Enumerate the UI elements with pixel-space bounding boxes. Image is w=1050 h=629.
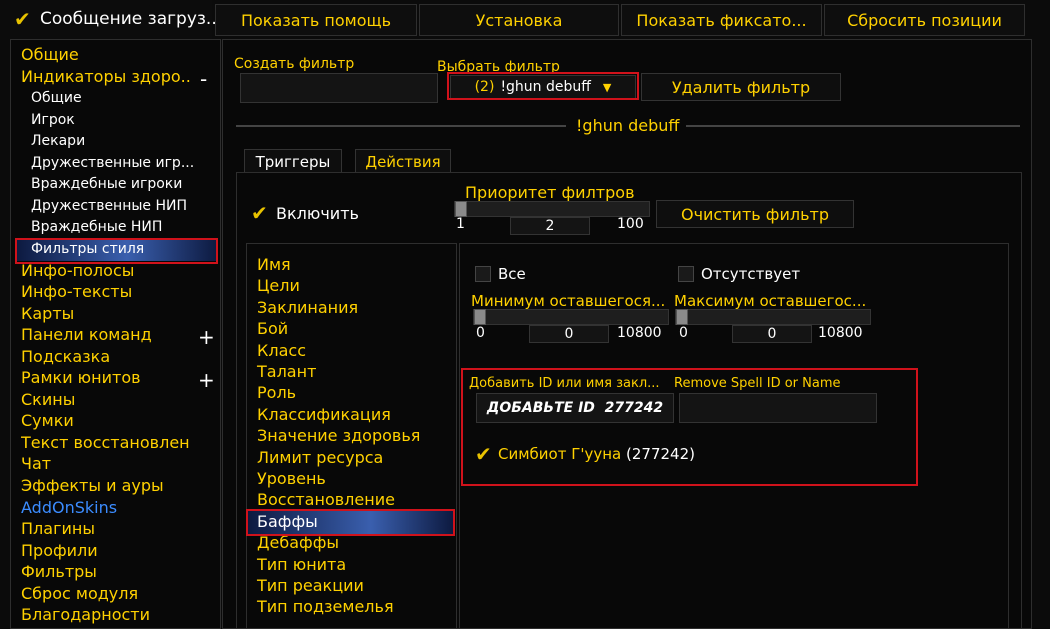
sidebar-item[interactable]: Враждебные игроки — [31, 176, 201, 192]
expand-icon[interactable]: + — [198, 327, 215, 347]
max-remaining-high: 10800 — [818, 325, 863, 341]
sidebar-item[interactable]: Панели команд — [21, 325, 191, 344]
section-title: !ghun debuff — [576, 116, 680, 135]
sidebar-item[interactable]: Скины — [21, 390, 191, 409]
collapse-icon[interactable]: - — [200, 69, 207, 89]
trigger-item[interactable]: Тип реакции — [257, 576, 364, 595]
sidebar-item[interactable]: Сумки — [21, 411, 191, 430]
trigger-item[interactable]: Тип юнита — [257, 555, 346, 574]
trigger-item[interactable]: Тип подземелья — [257, 597, 394, 616]
sidebar-item[interactable]: Общие — [31, 90, 201, 106]
show-anchors-button[interactable]: Показать фиксато... — [621, 4, 822, 36]
min-remaining-high: 10800 — [617, 325, 662, 341]
max-remaining-label: Максимум оставшегос... — [674, 292, 867, 310]
sidebar-item[interactable]: Чат — [21, 454, 191, 473]
max-remaining-low: 0 — [679, 325, 688, 341]
trigger-item[interactable]: Имя — [257, 255, 291, 274]
max-remaining-slider[interactable] — [675, 309, 871, 325]
sidebar-item[interactable]: Инфо-полосы — [21, 261, 191, 280]
trigger-item[interactable]: Дебаффы — [257, 533, 339, 552]
sidebar-item[interactable]: Плагины — [21, 519, 191, 538]
sidebar-item[interactable]: Общие — [21, 45, 191, 64]
show-help-button[interactable]: Показать помощь — [215, 4, 417, 36]
sidebar-item[interactable]: Текст восстановлен... — [21, 433, 191, 452]
priority-slider[interactable] — [454, 201, 650, 217]
trigger-item[interactable]: Талант — [257, 362, 316, 381]
trigger-item[interactable]: Классификация — [257, 405, 391, 424]
max-remaining-input[interactable]: 0 — [732, 325, 812, 343]
trigger-item[interactable]: Заклинания — [257, 298, 358, 317]
highlight-select-filter — [447, 72, 639, 100]
sidebar-item[interactable]: Инфо-тексты — [21, 282, 191, 301]
min-remaining-low: 0 — [476, 325, 485, 341]
max-remaining-thumb[interactable] — [676, 309, 688, 325]
enable-label: Включить — [276, 204, 359, 223]
priority-slider-thumb[interactable] — [455, 201, 467, 217]
reset-positions-button[interactable]: Сбросить позиции — [824, 4, 1025, 36]
all-label: Все — [498, 265, 526, 283]
install-button[interactable]: Установка — [419, 4, 619, 36]
trigger-item[interactable]: Цели — [257, 276, 300, 295]
clear-filter-button[interactable]: Очистить фильтр — [656, 200, 854, 228]
sidebar-item[interactable]: Карты — [21, 304, 191, 323]
sidebar-item[interactable]: Дружественные игр... — [31, 155, 201, 171]
highlight-spell-section — [461, 368, 918, 486]
trigger-item[interactable]: Класс — [257, 341, 306, 360]
missing-label: Отсутствует — [701, 265, 801, 283]
trigger-item[interactable]: Роль — [257, 383, 296, 402]
priority-label: Приоритет филтров — [465, 183, 635, 202]
sidebar-item[interactable]: Сброс модуля — [21, 584, 191, 603]
missing-checkbox[interactable] — [678, 266, 694, 282]
enable-check-icon[interactable]: ✔ — [251, 203, 271, 223]
expand-icon[interactable]: + — [198, 370, 215, 390]
sidebar-item[interactable]: Враждебные НИП — [31, 219, 201, 235]
min-remaining-input[interactable]: 0 — [529, 325, 609, 343]
priority-min: 1 — [456, 216, 465, 232]
priority-value-input[interactable]: 2 — [510, 217, 590, 235]
sidebar-item[interactable]: Дружественные НИП — [31, 198, 201, 214]
trigger-item[interactable]: Бой — [257, 319, 288, 338]
window-title: Сообщение загруз... — [40, 9, 223, 29]
sidebar-item[interactable]: Фильтры стиля — [31, 241, 201, 257]
section-divider-right — [686, 125, 1020, 127]
sidebar-item[interactable]: Профили — [21, 541, 191, 560]
trigger-item[interactable]: Восстановление — [257, 490, 395, 509]
sidebar-item[interactable]: Игрок — [31, 112, 201, 128]
sidebar-item[interactable]: AddOnSkins — [21, 498, 191, 517]
sidebar-item[interactable]: Индикаторы здоро... — [21, 67, 191, 86]
min-remaining-label: Минимум оставшегося... — [471, 292, 666, 310]
min-remaining-thumb[interactable] — [474, 309, 486, 325]
title-check-icon[interactable]: ✔ — [14, 9, 34, 29]
min-remaining-slider[interactable] — [473, 309, 669, 325]
create-filter-input[interactable] — [240, 73, 438, 103]
sidebar-item[interactable]: Фильтры — [21, 562, 191, 581]
highlight-buffs — [246, 509, 455, 536]
priority-max: 100 — [617, 216, 644, 232]
create-filter-label: Создать фильтр — [234, 56, 355, 72]
delete-filter-button[interactable]: Удалить фильтр — [641, 73, 841, 101]
sidebar-item[interactable]: Лекари — [31, 133, 201, 149]
trigger-item[interactable]: Уровень — [257, 469, 326, 488]
sidebar-item[interactable]: Подсказка — [21, 347, 191, 366]
tab-triggers[interactable]: Триггеры — [244, 149, 342, 173]
section-divider-left — [236, 125, 566, 127]
sidebar-item[interactable]: Эффекты и ауры — [21, 476, 191, 495]
trigger-item[interactable]: Лимит ресурса — [257, 448, 383, 467]
tab-actions[interactable]: Действия — [355, 149, 451, 173]
all-checkbox[interactable] — [475, 266, 491, 282]
sidebar-item[interactable]: Благодарности — [21, 605, 191, 624]
trigger-item[interactable]: Значение здоровья — [257, 426, 420, 445]
sidebar-item[interactable]: Рамки юнитов — [21, 368, 191, 387]
